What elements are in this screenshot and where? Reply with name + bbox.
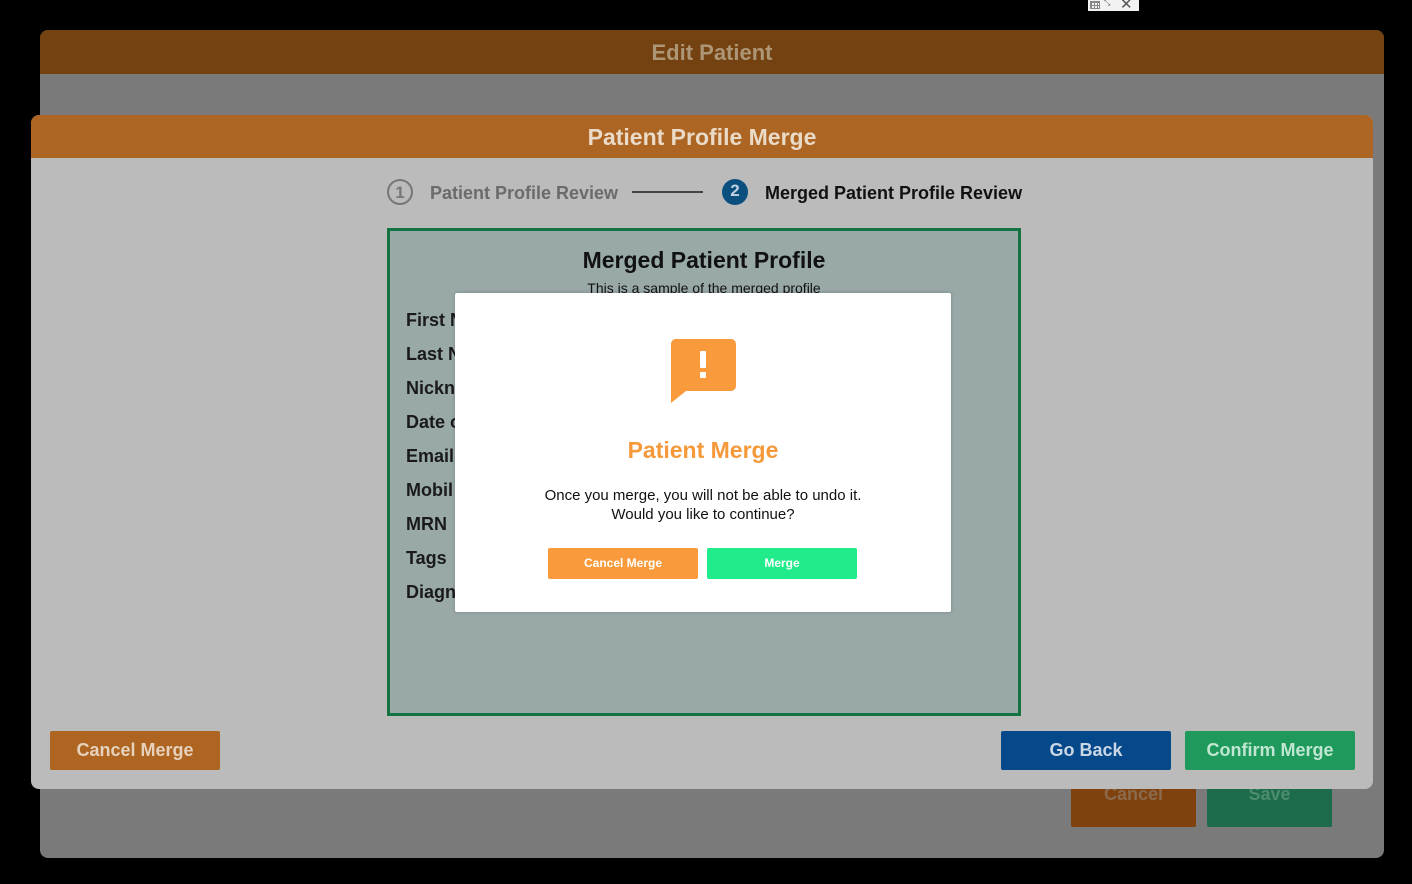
expand-icon[interactable]: ⤡	[1104, 0, 1110, 8]
merged-profile-title: Merged Patient Profile	[582, 247, 826, 273]
field-last-name-label: Last N	[406, 344, 462, 364]
merge-modal-title: Patient Profile Merge	[31, 115, 1373, 158]
dialog-title: Patient Merge	[627, 437, 779, 463]
confirm-merge-button[interactable]: Confirm Merge	[1185, 731, 1355, 770]
alert-speech-bubble-icon	[670, 339, 736, 403]
grid-icon[interactable]	[1090, 1, 1100, 9]
step-2-label: Merged Patient Profile Review	[765, 183, 1023, 203]
field-mobile-label: Mobil	[406, 480, 453, 500]
window-controls: ⤡ ✕	[1088, 0, 1139, 13]
step-connector	[632, 191, 703, 193]
field-date-of-birth-label: Date o	[406, 412, 462, 432]
dialog-message: Once you merge, you will not be able to …	[455, 486, 951, 524]
field-diagnosis-label: Diagn	[406, 582, 457, 602]
cancel-merge-button[interactable]: Cancel Merge	[50, 731, 220, 770]
edit-cancel-button[interactable]: Cancel	[1071, 787, 1196, 827]
go-back-button[interactable]: Go Back	[1001, 731, 1171, 770]
edit-save-button[interactable]: Save	[1207, 787, 1332, 827]
patient-merge-dialog: Patient Merge Once you merge, you will n…	[455, 293, 951, 612]
field-nickname-label: Nickn	[406, 378, 456, 398]
field-mrn-label: MRN	[406, 514, 447, 534]
field-tags-label: Tags	[406, 548, 447, 568]
dialog-cancel-merge-button[interactable]: Cancel Merge	[548, 548, 698, 579]
step-1-label: Patient Profile Review	[430, 183, 619, 203]
field-email-label: Email	[406, 446, 455, 466]
step-1-number: 1	[387, 179, 413, 205]
step-2-number: 2	[722, 179, 748, 205]
close-icon[interactable]: ✕	[1120, 0, 1133, 13]
edit-patient-title: Edit Patient	[40, 30, 1384, 74]
stepper: 1 Patient Profile Review 2 Merged Patien…	[31, 178, 1373, 208]
dialog-message-line-1: Once you merge, you will not be able to …	[544, 487, 862, 504]
dialog-message-line-2: Would you like to continue?	[611, 506, 795, 523]
dialog-merge-button[interactable]: Merge	[707, 548, 857, 579]
